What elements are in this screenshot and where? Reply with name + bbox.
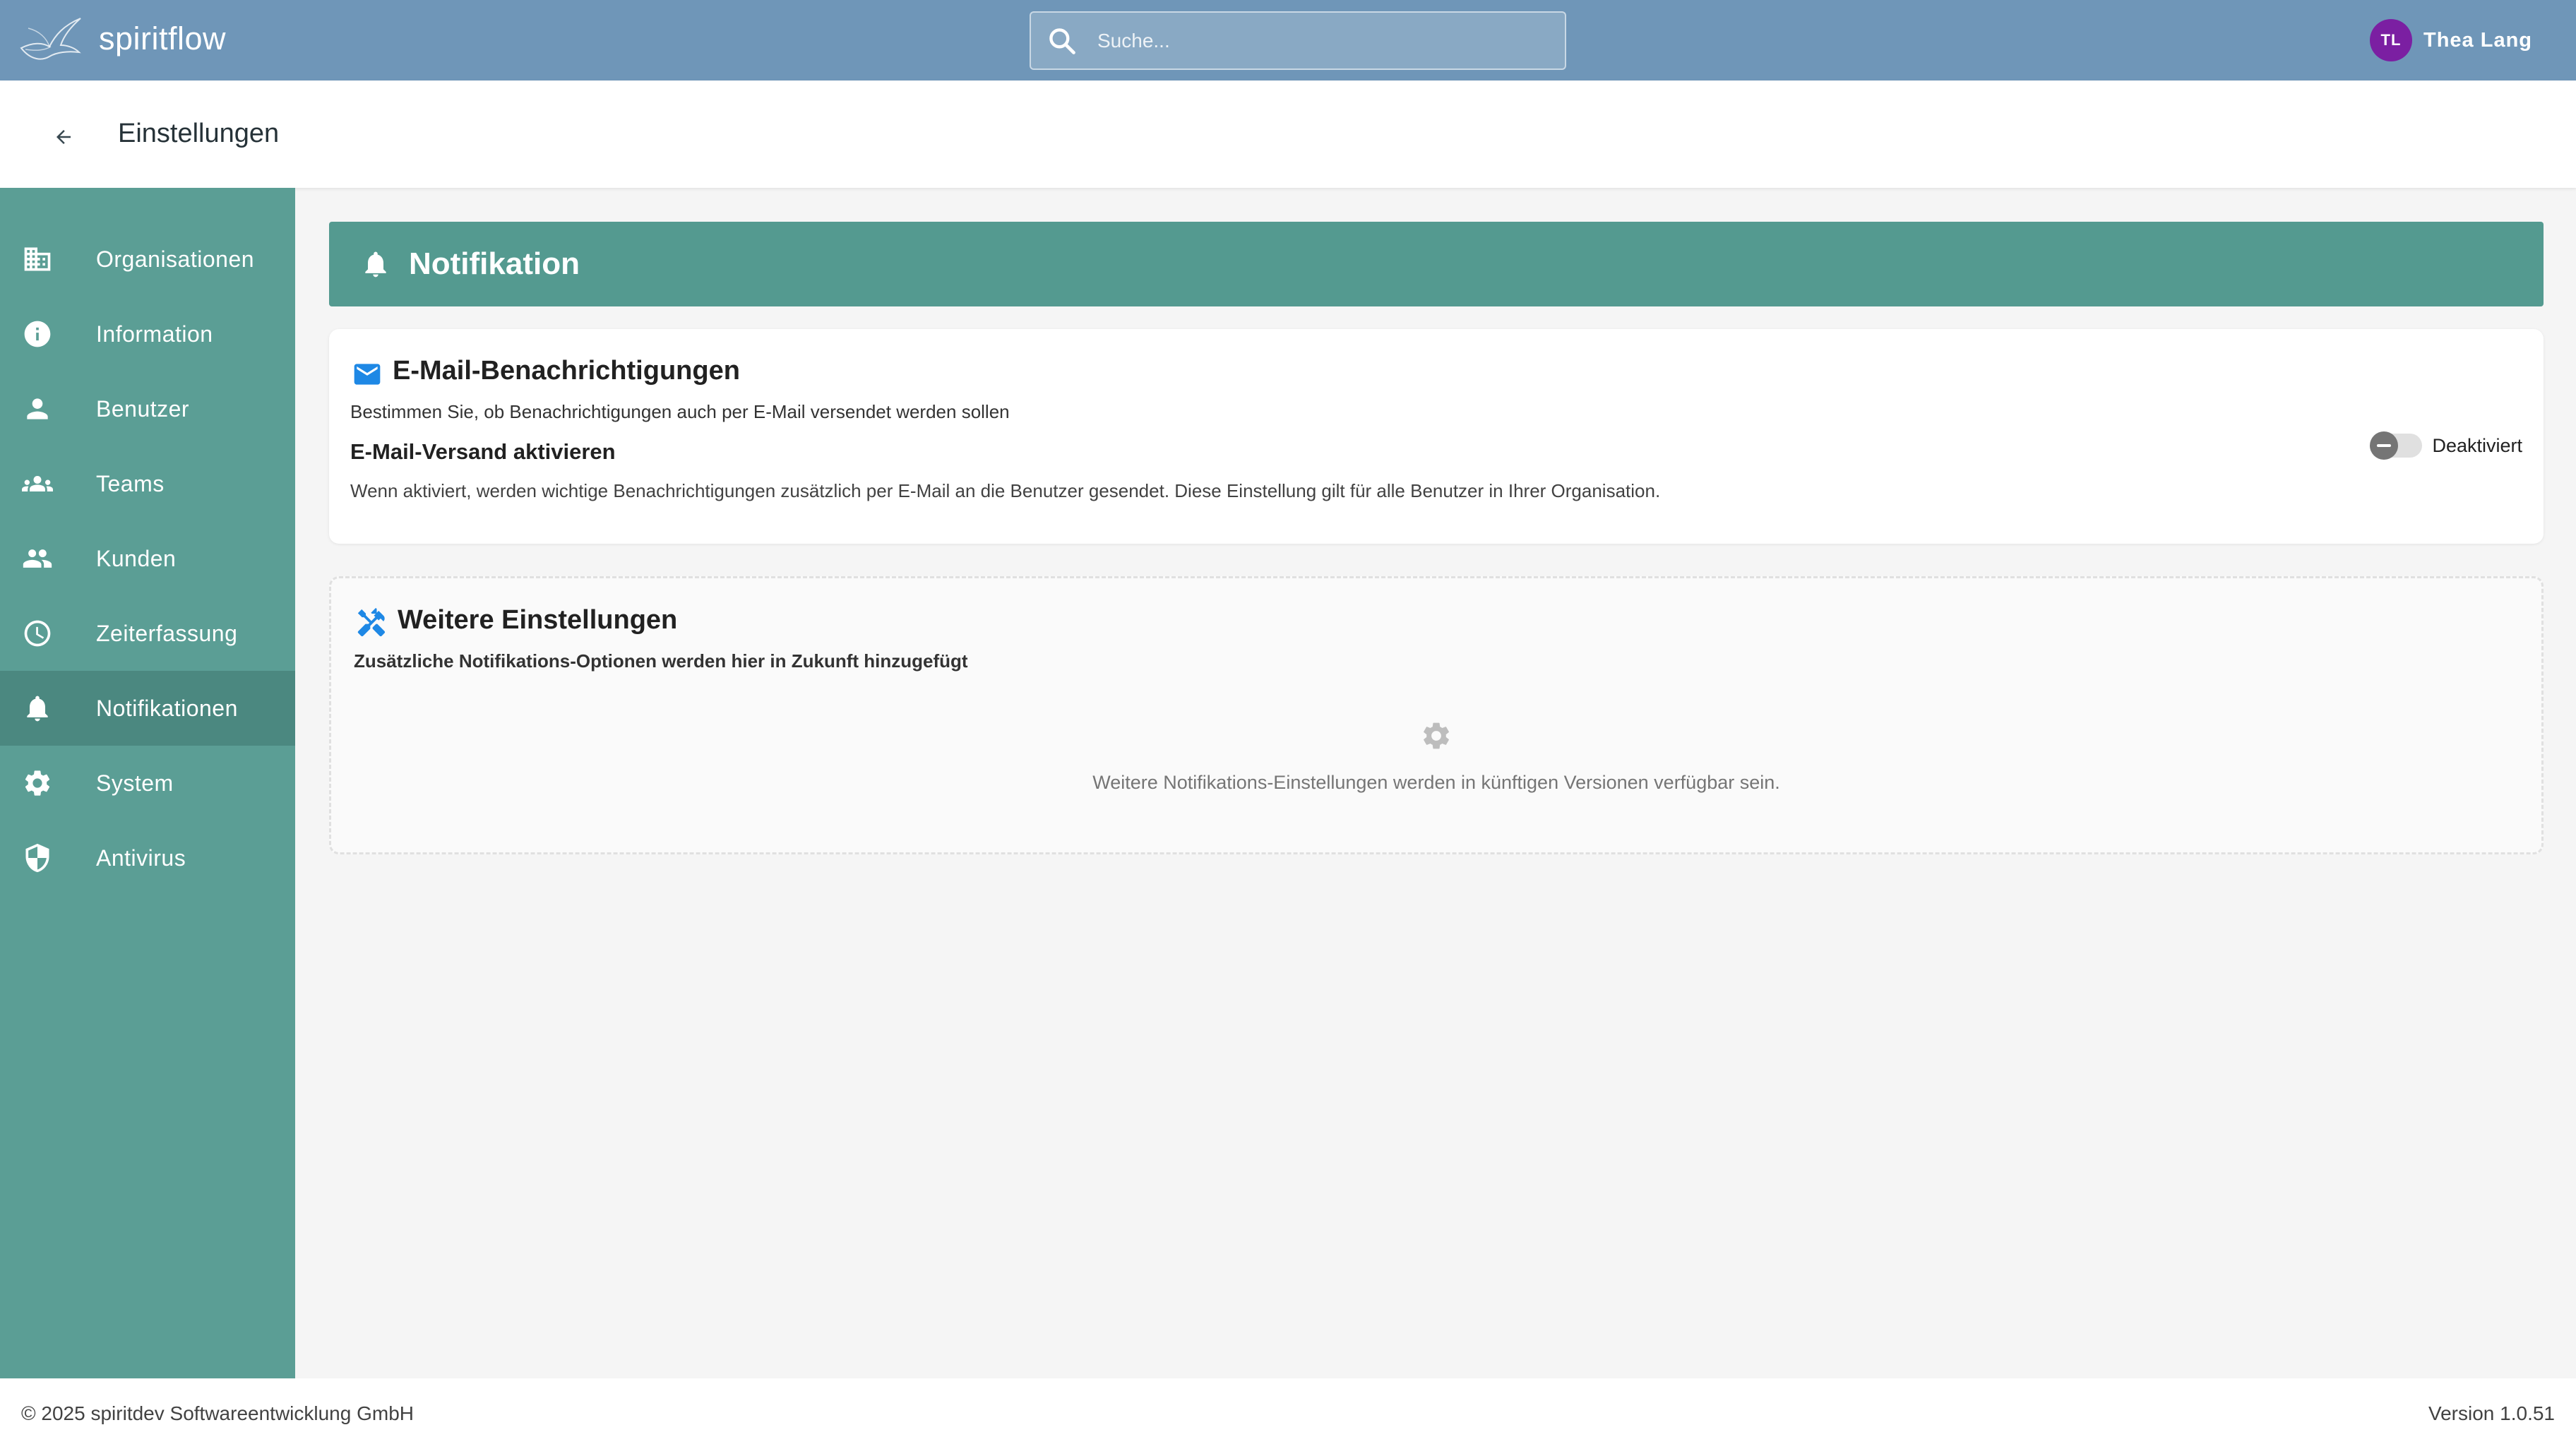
sidebar-item-teams[interactable]: Teams bbox=[0, 446, 295, 521]
page-title: Einstellungen bbox=[118, 119, 280, 148]
sidebar-item-zeiterfassung[interactable]: Zeiterfassung bbox=[0, 596, 295, 671]
sidebar-item-organisationen[interactable]: Organisationen bbox=[0, 222, 295, 297]
sidebar-item-information[interactable]: Information bbox=[0, 297, 295, 371]
search-icon bbox=[1049, 28, 1075, 54]
person-icon bbox=[21, 393, 54, 425]
sidebar-item-notifikationen[interactable]: Notifikationen bbox=[0, 671, 295, 746]
section-title: Notifikation bbox=[409, 246, 580, 281]
sidebar-item-system[interactable]: System bbox=[0, 746, 295, 821]
sidebar: Organisationen Information Benutzer Team… bbox=[0, 188, 295, 1378]
setting-label: E-Mail-Versand aktivieren bbox=[350, 439, 616, 464]
mail-icon bbox=[354, 364, 381, 385]
search-input[interactable] bbox=[1097, 19, 1565, 62]
card-subtitle: Zusätzliche Notifikations-Optionen werde… bbox=[354, 650, 968, 672]
section-header: Notifikation bbox=[329, 222, 2544, 306]
toggle-track[interactable] bbox=[2370, 431, 2423, 460]
shield-icon bbox=[21, 842, 54, 874]
placeholder-text: Weitere Notifikations-Einstellungen werd… bbox=[1092, 772, 1780, 793]
sidebar-item-label: Zeiterfassung bbox=[96, 620, 238, 646]
brand[interactable]: spiritflow bbox=[18, 14, 226, 64]
footer: © 2025 spiritdev Softwareentwicklung Gmb… bbox=[0, 1378, 2576, 1449]
toggle-state-label: Deaktiviert bbox=[2432, 434, 2522, 456]
email-toggle[interactable]: Deaktiviert bbox=[2370, 431, 2522, 460]
copyright: © 2025 spiritdev Softwareentwicklung Gmb… bbox=[21, 1402, 414, 1424]
sidebar-item-label: Organisationen bbox=[96, 246, 255, 272]
version-label: Version 1.0.51 bbox=[2428, 1402, 2555, 1424]
further-settings-card: Weitere Einstellungen Zusätzliche Notifi… bbox=[329, 576, 2544, 854]
card-title: Weitere Einstellungen bbox=[398, 605, 678, 635]
bell-icon bbox=[365, 251, 386, 278]
app-root: spiritflow TL Thea Lang Einstellungen bbox=[0, 0, 2576, 1449]
avatar[interactable]: TL bbox=[2369, 19, 2412, 61]
sidebar-item-label: Kunden bbox=[96, 545, 177, 571]
sidebar-item-label: Notifikationen bbox=[96, 695, 238, 721]
card-title: E-Mail-Benachrichtigungen bbox=[393, 356, 740, 386]
building-icon bbox=[21, 243, 54, 275]
arrow-left-icon bbox=[56, 130, 71, 144]
bell-icon bbox=[21, 692, 54, 724]
sidebar-item-antivirus[interactable]: Antivirus bbox=[0, 821, 295, 895]
gear-icon bbox=[1424, 722, 1449, 749]
user-menu[interactable]: TL Thea Lang bbox=[2369, 19, 2532, 61]
sidebar-item-label: Benutzer bbox=[96, 395, 190, 422]
sidebar-item-label: Antivirus bbox=[96, 845, 186, 871]
user-name[interactable]: Thea Lang bbox=[2423, 29, 2532, 52]
back-button[interactable] bbox=[45, 119, 82, 155]
bird-logo-icon bbox=[20, 18, 81, 60]
sidebar-item-benutzer[interactable]: Benutzer bbox=[0, 371, 295, 446]
sidebar-item-label: Information bbox=[96, 321, 213, 347]
search-box[interactable] bbox=[1030, 11, 1566, 70]
card-subtitle: Bestimmen Sie, ob Benachrichtigungen auc… bbox=[350, 401, 1010, 422]
email-notifications-card: E-Mail-Benachrichtigungen Bestimmen Sie,… bbox=[329, 329, 2544, 544]
toggle-knob[interactable] bbox=[2370, 431, 2399, 460]
top-bar: spiritflow TL Thea Lang bbox=[0, 0, 2576, 80]
brand-name: spiritflow bbox=[99, 20, 227, 56]
sidebar-item-label: Teams bbox=[96, 470, 165, 496]
tools-icon bbox=[357, 607, 386, 637]
page-header: Einstellungen bbox=[0, 80, 2576, 188]
setting-description: Wenn aktiviert, werden wichtige Benachri… bbox=[350, 480, 1661, 501]
clock-icon bbox=[21, 617, 54, 650]
groups-icon bbox=[21, 467, 54, 500]
people-icon bbox=[21, 542, 54, 575]
info-icon bbox=[21, 318, 54, 350]
sidebar-item-kunden[interactable]: Kunden bbox=[0, 521, 295, 596]
gear-icon bbox=[21, 767, 54, 799]
sidebar-item-label: System bbox=[96, 770, 174, 796]
